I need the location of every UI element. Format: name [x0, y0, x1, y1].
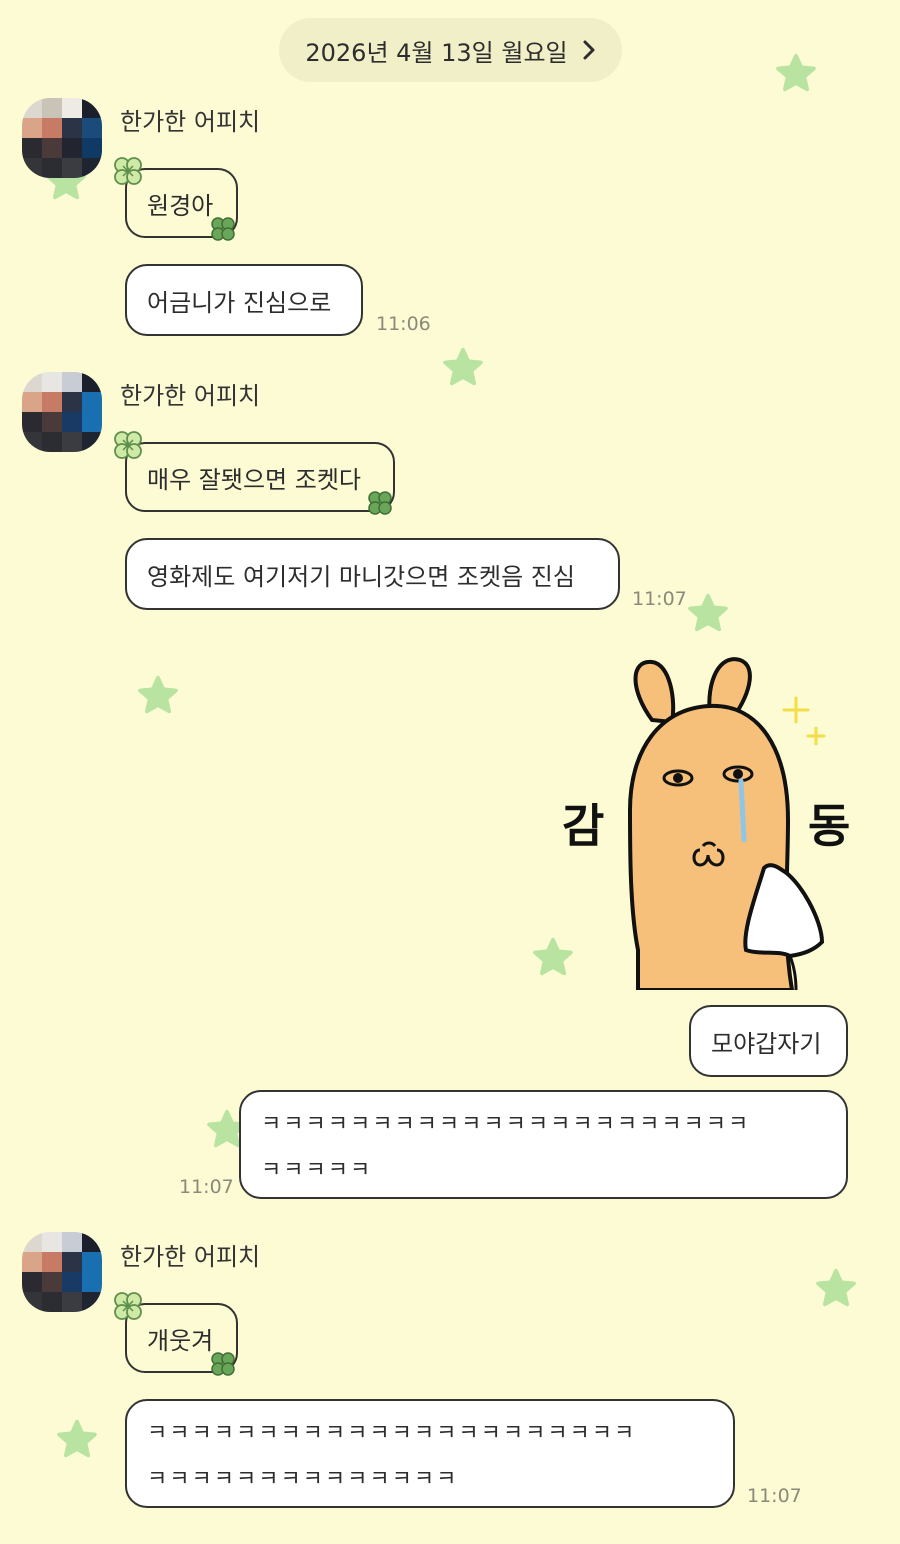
- message-time: 11:07: [179, 1176, 234, 1198]
- clover-icon: [208, 214, 238, 244]
- star-icon: [55, 1418, 99, 1462]
- message-text: 개웃겨: [147, 1326, 214, 1355]
- message-bubble[interactable]: ㅋㅋㅋㅋㅋㅋㅋㅋㅋㅋㅋㅋㅋㅋㅋㅋㅋㅋㅋㅋㅋㅋ ㅋㅋㅋㅋㅋㅋㅋㅋㅋㅋㅋㅋㅋㅋ: [125, 1399, 735, 1508]
- star-icon: [136, 674, 180, 718]
- my-message-bubble[interactable]: 모야갑자기: [689, 1005, 848, 1077]
- sender-name: 한가한 어피치: [120, 382, 261, 410]
- clover-icon: [110, 1288, 146, 1324]
- message-text: ㅋㅋㅋㅋㅋㅋㅋㅋㅋㅋㅋㅋㅋㅋ: [147, 1466, 459, 1492]
- avatar[interactable]: [22, 372, 102, 452]
- sticker-text-right: 동: [808, 799, 851, 853]
- star-icon: [774, 52, 818, 96]
- date-header-button[interactable]: 2026년 4월 13일 월요일: [279, 18, 622, 82]
- message-bubble[interactable]: 어금니가 진심으로: [125, 264, 363, 336]
- message-text: ㅋㅋㅋㅋㅋㅋㅋㅋㅋㅋㅋㅋㅋㅋㅋㅋㅋㅋㅋㅋㅋㅋ: [147, 1420, 637, 1446]
- clover-icon: [110, 153, 146, 189]
- message-time: 11:07: [632, 588, 687, 610]
- sender-name: 한가한 어피치: [120, 108, 261, 136]
- sticker-text-left: 감: [562, 799, 605, 853]
- date-header-label: 2026년 4월 13일 월요일: [305, 38, 568, 67]
- message-text: ㅋㅋㅋㅋㅋㅋㅋㅋㅋㅋㅋㅋㅋㅋㅋㅋㅋㅋㅋㅋㅋㅋ: [261, 1111, 751, 1137]
- message-text: 어금니가 진심으로: [147, 288, 332, 317]
- chevron-right-icon: [583, 40, 595, 60]
- avatar[interactable]: [22, 98, 102, 178]
- message-text: 모야갑자기: [711, 1029, 822, 1058]
- star-icon: [686, 592, 730, 636]
- clover-icon: [208, 1349, 238, 1379]
- message-time: 11:06: [376, 313, 431, 335]
- avatar[interactable]: [22, 1232, 102, 1312]
- my-message-bubble[interactable]: ㅋㅋㅋㅋㅋㅋㅋㅋㅋㅋㅋㅋㅋㅋㅋㅋㅋㅋㅋㅋㅋㅋ ㅋㅋㅋㅋㅋ: [239, 1090, 848, 1199]
- message-text: 영화제도 여기저기 마니갓으면 조켓음 진심: [147, 562, 575, 591]
- star-icon: [814, 1267, 858, 1311]
- message-text: 매우 잘됏으면 조켓다: [147, 465, 361, 494]
- message-bubble[interactable]: 영화제도 여기저기 마니갓으면 조켓음 진심: [125, 538, 620, 610]
- sender-name: 한가한 어피치: [120, 1243, 261, 1271]
- message-text: ㅋㅋㅋㅋㅋ: [261, 1157, 373, 1183]
- message-time: 11:07: [747, 1485, 802, 1507]
- clover-icon: [110, 427, 146, 463]
- clover-icon: [365, 488, 395, 518]
- message-text: 원경아: [147, 191, 214, 220]
- message-bubble[interactable]: 매우 잘됏으면 조켓다: [125, 442, 395, 512]
- star-icon: [441, 346, 485, 390]
